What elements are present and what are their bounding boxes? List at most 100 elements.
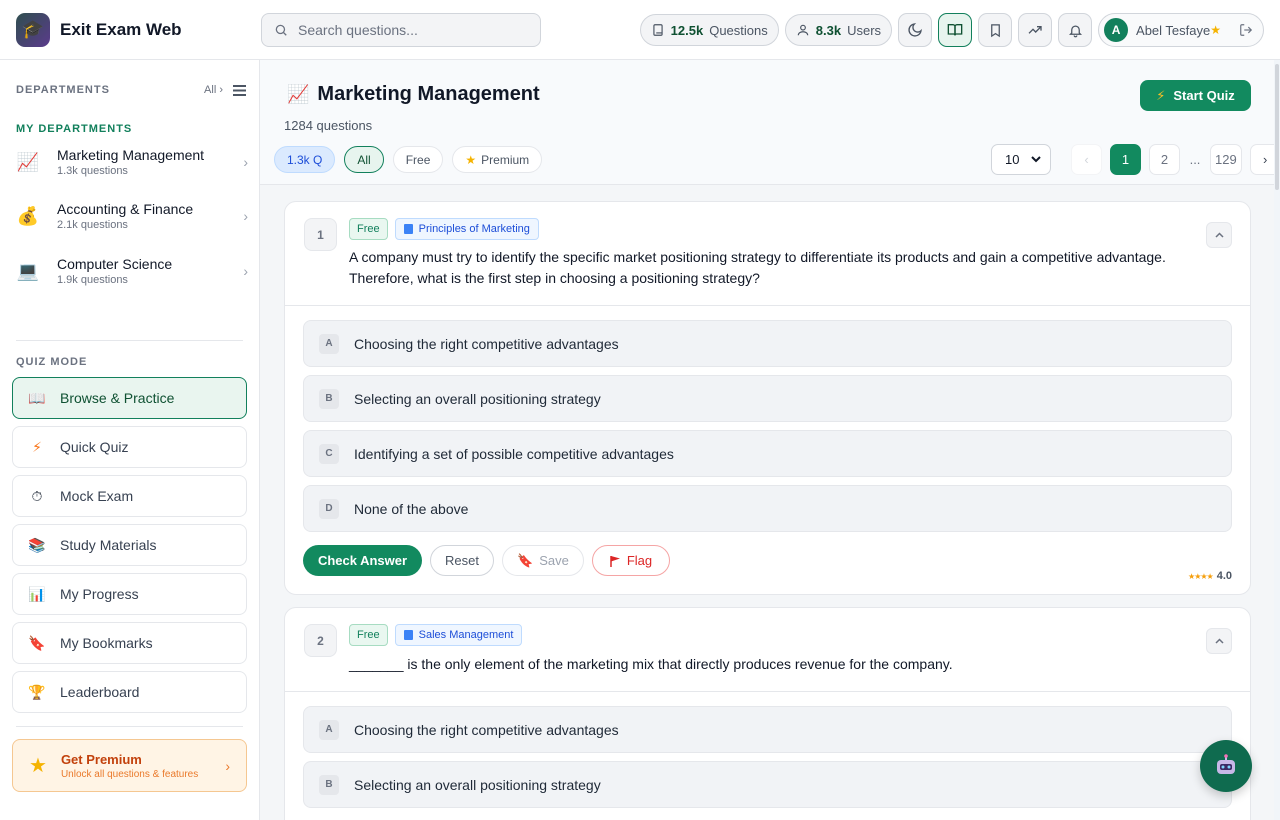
mode-mock-exam[interactable]: ⏱ Mock Exam [12,475,247,517]
answer-option-d[interactable]: D None of the above [303,485,1232,532]
page-button[interactable]: 129 [1210,144,1242,175]
reset-button[interactable]: Reset [430,545,494,576]
filter-premium[interactable]: ★ Premium [452,146,543,173]
free-badge: Free [349,624,388,646]
page-button[interactable]: 1 [1110,144,1141,175]
answer-option-c[interactable]: C Identifying a set of possible competit… [303,430,1232,477]
quiz-mode-label: QUIZ MODE [16,356,88,368]
option-letter: B [319,774,339,795]
collapse-button[interactable] [1206,628,1232,654]
answer-option-b[interactable]: B Selecting an overall positioning strat… [303,761,1232,808]
premium-subtitle: Unlock all questions & features [60,768,199,780]
prev-page-button[interactable]: ‹ [1071,144,1102,175]
department-name: Computer Science [57,256,173,272]
scrollbar-thumb[interactable] [1275,64,1279,190]
progress-button[interactable] [1018,13,1053,47]
question-card: 2 Free Sales Management _______ is the o… [284,607,1251,820]
trophy-icon: 🏆 [28,683,46,700]
all-departments-link[interactable]: All › [204,84,223,96]
mode-my-bookmarks[interactable]: 🔖 My Bookmarks [12,622,247,664]
option-text: Choosing the right competitive advantage… [354,335,619,352]
filter-all[interactable]: All [344,146,384,173]
logout-button[interactable] [1239,23,1253,37]
menu-icon[interactable] [233,84,246,96]
bookmark-icon: 🔖 [28,634,46,651]
answer-option-b[interactable]: B Selecting an overall positioning strat… [303,375,1232,422]
scrollbar[interactable] [1274,60,1280,820]
filter-bar: 1.3k Q All Free ★ Premium [274,146,543,173]
page-title: 📈 Marketing Management [287,83,540,106]
option-text: Selecting an overall positioning strateg… [354,776,601,793]
avatar: A [1104,18,1129,42]
page-button[interactable]: 2 [1149,144,1180,175]
question-rating: ★★★★ 4.0 [1188,570,1232,582]
search-input[interactable] [298,21,518,38]
flag-label: Flag [626,553,653,568]
user-icon [797,24,809,36]
check-answer-button[interactable]: Check Answer [303,545,422,576]
dark-mode-button[interactable] [898,13,933,47]
user-menu[interactable]: A Abel Tesfaye ★ [1098,13,1264,47]
computer-icon: 💻 [16,260,40,281]
app-title: Exit Exam Web [60,19,182,39]
questions-stat-label: Questions [709,22,768,38]
start-quiz-label: Start Quiz [1173,88,1235,103]
trending-up-icon [1028,26,1042,34]
questions-stat-value: 12.5k [670,22,704,38]
mode-leaderboard[interactable]: 🏆 Leaderboard [12,671,247,713]
mode-label: Browse & Practice [60,390,175,406]
bell-icon [1068,25,1082,37]
sidebar-item-marketing[interactable]: 📈 Marketing Management 1.3k questions › [16,139,248,185]
mode-quick-quiz[interactable]: ⚡ Quick Quiz [12,426,247,468]
moon-icon [908,23,922,37]
topic-badge: Sales Management [394,624,523,646]
department-name: Accounting & Finance [57,201,194,217]
departments-label: DEPARTMENTS [16,84,110,96]
per-page-value: 10 [1005,152,1020,167]
browse-mode-button[interactable] [938,13,973,47]
save-button[interactable]: 🔖 Save [502,545,584,576]
mode-study-materials[interactable]: 📚 Study Materials [12,524,247,566]
start-quiz-button[interactable]: ⚡ Start Quiz [1140,80,1251,111]
search-icon [275,24,287,36]
sidebar-item-computer-science[interactable]: 💻 Computer Science 1.9k questions › [16,248,248,294]
sidebar-item-accounting[interactable]: 💰 Accounting & Finance 2.1k questions › [16,193,248,239]
brand[interactable]: 🎓 Exit Exam Web [16,12,261,47]
logout-icon [1240,24,1253,36]
filter-free[interactable]: Free [392,146,444,173]
star-icon: ★ [29,755,47,777]
notifications-button[interactable] [1058,13,1093,47]
answer-option-a[interactable]: A Choosing the right competitive advanta… [303,320,1232,367]
mode-label: My Bookmarks [60,635,153,651]
question-card: 1 Free Principles of Marketing A company… [284,201,1251,595]
star-icon: ★ [1210,23,1221,37]
star-icon: ★ [465,152,477,167]
search-box[interactable] [261,12,541,47]
bookmarks-button[interactable] [978,13,1013,47]
chevron-right-icon: › [225,757,230,774]
questions-stat: 12.5k Questions [639,14,779,46]
top-header: 🎓 Exit Exam Web 12.5k Questions 8.3k Use… [0,0,1280,60]
option-letter: A [319,719,339,740]
per-page-select[interactable]: 10 [991,144,1051,175]
chatbot-button[interactable] [1200,740,1252,792]
book-icon: 📖 [28,389,46,406]
page-header: 📈 Marketing Management 1284 questions ⚡ … [260,60,1280,185]
bookmark-icon [990,23,1000,37]
question-number: 2 [304,624,337,657]
collapse-button[interactable] [1206,222,1232,248]
get-premium-card[interactable]: ★ Get Premium Unlock all questions & fea… [12,739,247,792]
question-text: _______ is the only element of the marke… [349,656,953,672]
users-stat-label: Users [847,22,882,38]
users-stat: 8.3k Users [784,14,893,46]
main-content: 📈 Marketing Management 1284 questions ⚡ … [260,60,1280,820]
chart-icon: 📈 [287,84,310,104]
mode-browse-practice[interactable]: 📖 Browse & Practice [12,377,247,419]
lightning-icon: ⚡ [1156,87,1166,103]
user-name: Abel Tesfaye [1136,22,1211,38]
question-tags: Free Principles of Marketing [349,218,539,240]
mode-my-progress[interactable]: 📊 My Progress [12,573,247,615]
answer-option-a[interactable]: A Choosing the right competitive advanta… [303,706,1232,753]
flag-button[interactable]: Flag [592,545,670,576]
chevron-down-icon [1031,156,1041,163]
